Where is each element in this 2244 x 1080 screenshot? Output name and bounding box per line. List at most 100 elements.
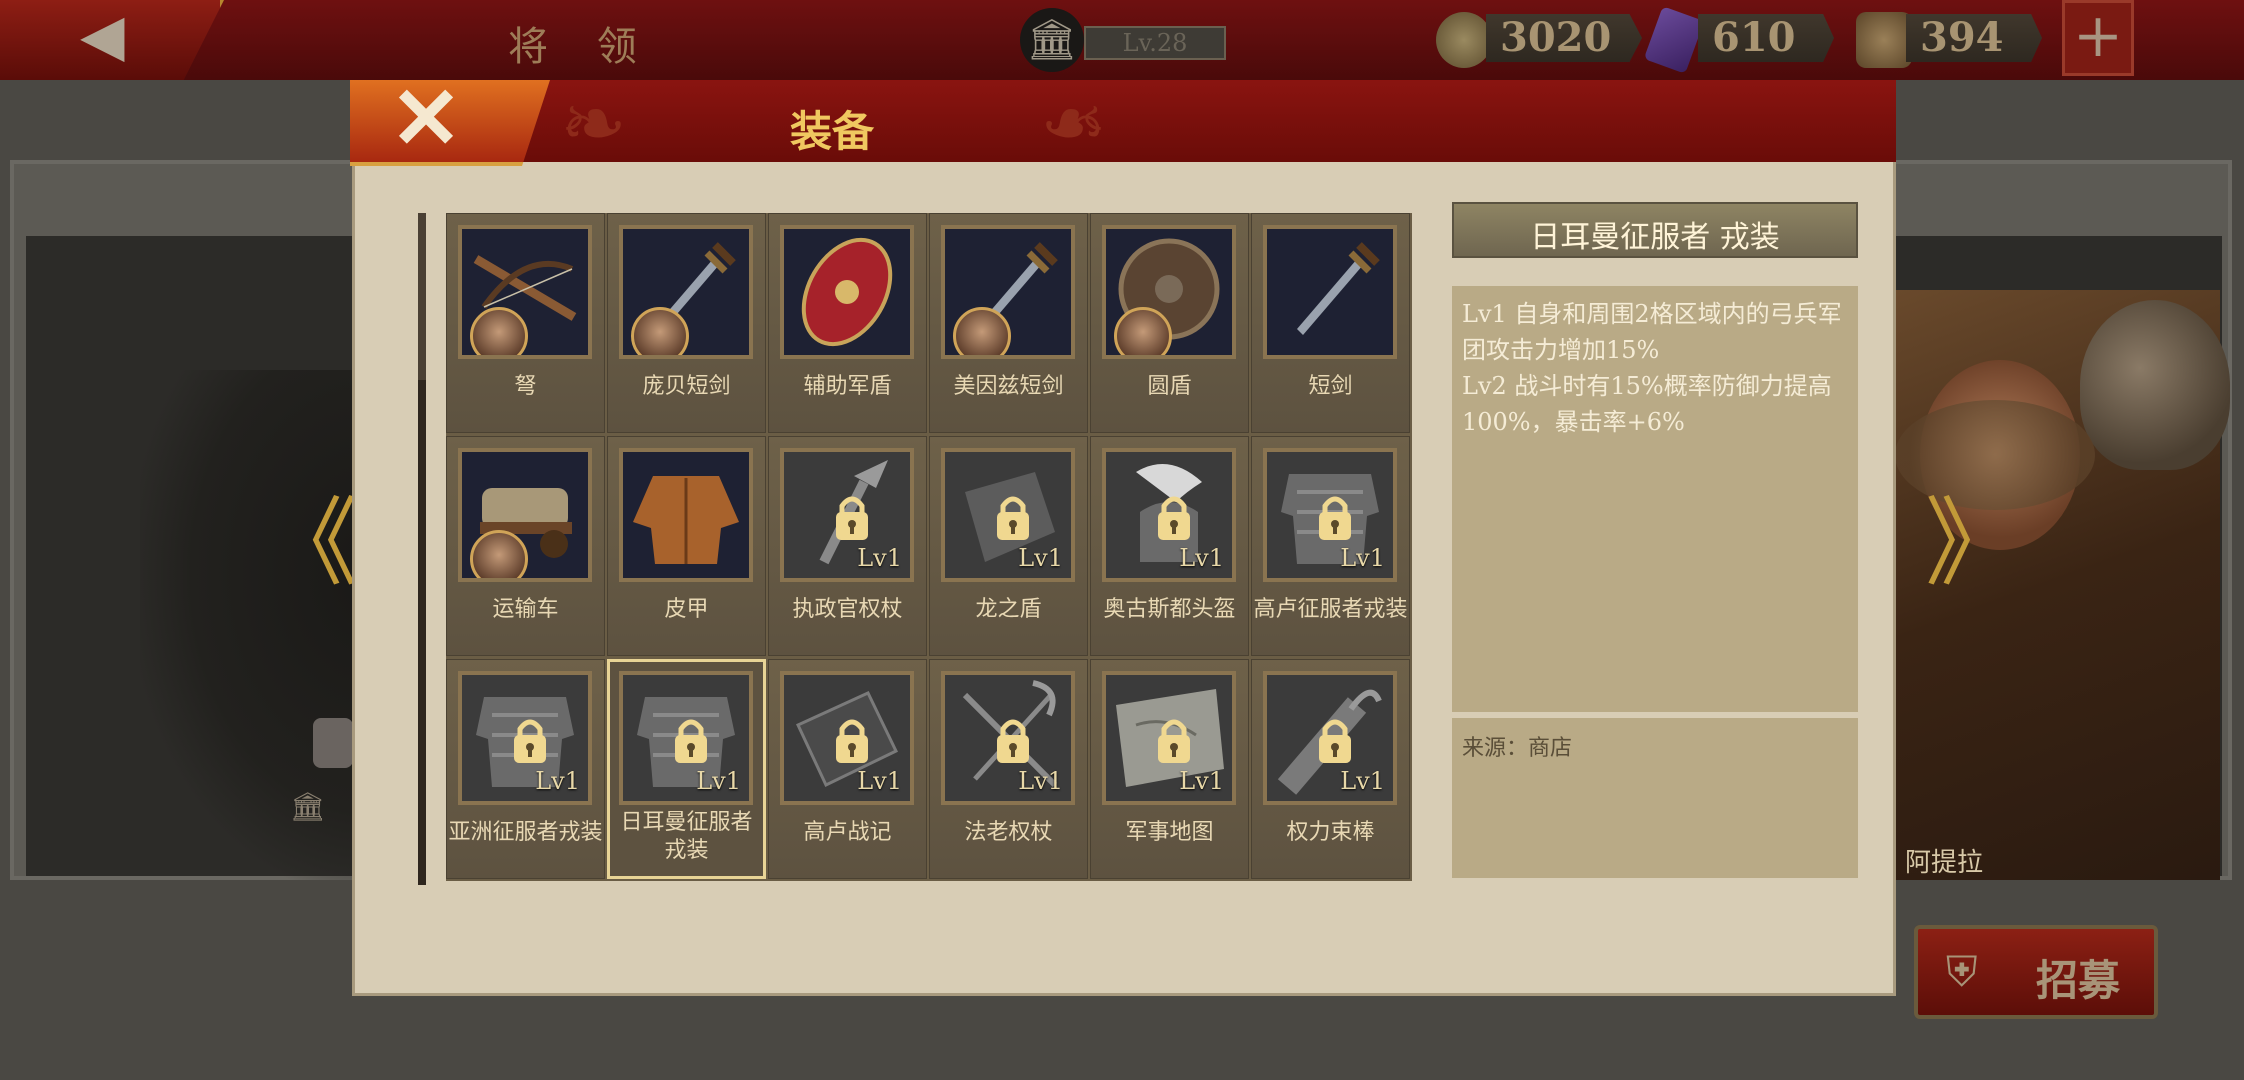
lock-icon [832, 715, 872, 765]
equipment-cell[interactable]: Lv1 高卢战记 [768, 659, 927, 879]
lock-icon [1315, 492, 1355, 542]
detail-source: 来源：商店 [1462, 736, 1573, 761]
equipment-cell[interactable]: Lv1 奥古斯都头盔 [1090, 436, 1249, 656]
equipment-name: 辅助军盾 [803, 374, 892, 399]
item-level: Lv1 [1179, 767, 1224, 795]
recruit-button[interactable]: ⛨ 招募 [1914, 925, 2158, 1019]
equipment-cell[interactable]: Lv1 亚洲征服者戎装 [446, 659, 605, 879]
equipment-frame: Lv1 [1102, 671, 1236, 805]
equipment-cell[interactable]: 美因兹短剑 [929, 213, 1088, 433]
hero-avatar [470, 307, 528, 355]
equipment-frame [458, 225, 592, 359]
equipment-cell[interactable]: 短剑 [1251, 213, 1410, 433]
equipment-name: 军事地图 [1125, 820, 1214, 845]
equipment-name: 圆盾 [1147, 374, 1192, 399]
equipment-name: 庞贝短剑 [642, 374, 731, 399]
equipment-cell[interactable]: Lv1 日耳曼征服者 戎装 [607, 659, 766, 879]
equipment-cell[interactable]: 庞贝短剑 [607, 213, 766, 433]
coin-icon [1436, 12, 1492, 68]
hero-avatar [470, 530, 528, 578]
equipment-frame: Lv1 [941, 671, 1075, 805]
detail-lv1-effect: Lv1 自身和周围2格区域内的弓兵军团攻击力增加15% [1462, 300, 1842, 364]
lock-icon [993, 715, 1033, 765]
equipment-name: 弩 [514, 374, 537, 399]
detail-title: 日耳曼征服者 戎装 [1530, 220, 1780, 255]
item-level: Lv1 [857, 544, 902, 572]
lock-icon [993, 492, 1033, 542]
lock-icon [313, 718, 353, 768]
equipment-frame: Lv1 [1263, 448, 1397, 582]
equipment-name: 运输车 [492, 597, 559, 622]
equipment-cell[interactable]: 弩 [446, 213, 605, 433]
detail-description: Lv1 自身和周围2格区域内的弓兵军团攻击力增加15% Lv2 战斗时有15%概… [1462, 296, 1852, 440]
recruit-label: 招募 [2036, 956, 2121, 1005]
equipment-name: 亚洲征服者戎装 [448, 820, 603, 845]
equipment-cell[interactable]: 皮甲 [607, 436, 766, 656]
equipment-cell[interactable]: 运输车 [446, 436, 605, 656]
equipment-frame [780, 225, 914, 359]
nav-right-chevron-icon[interactable]: 》 [1925, 495, 2021, 591]
equipment-frame: Lv1 [941, 448, 1075, 582]
equipment-cell[interactable]: 圆盾 [1090, 213, 1249, 433]
equipment-cell[interactable]: Lv1 执政官权杖 [768, 436, 927, 656]
laurel-wreath-icon: ❧ [1040, 77, 1108, 170]
lock-icon [1154, 715, 1194, 765]
scroll-ticket-icon [1856, 12, 1912, 68]
equipment-name: 短剑 [1308, 374, 1353, 399]
hero-avatar [953, 307, 1011, 355]
item-level: Lv1 [1018, 767, 1063, 795]
equipment-frame: Lv1 [1263, 671, 1397, 805]
page-title: 将 领 [508, 24, 655, 70]
leather-icon [623, 452, 749, 578]
equipment-name: 高卢战记 [803, 820, 892, 845]
hero-avatar [1114, 307, 1172, 355]
equipment-frame: Lv1 [458, 671, 592, 805]
player-level: Lv.28 [1084, 26, 1226, 60]
back-arrow-icon: ◀ [80, 1, 125, 69]
equipment-name: 奥古斯都头盔 [1103, 597, 1236, 622]
equipment-frame [458, 448, 592, 582]
equipment-cell[interactable]: Lv1 军事地图 [1090, 659, 1249, 879]
equipment-frame [1263, 225, 1397, 359]
equipment-name: 美因兹短剑 [953, 374, 1064, 399]
close-button[interactable]: ✕ [350, 80, 550, 166]
equipment-name: 法老权杖 [964, 820, 1053, 845]
modal-title: 装备 [790, 107, 875, 156]
coin-count: 3020 [1486, 14, 1642, 62]
sword-icon [1267, 229, 1393, 355]
gem-count: 610 [1698, 14, 1834, 62]
equipment-frame: Lv1 [1102, 448, 1236, 582]
equipment-name: 执政官权杖 [792, 597, 903, 622]
equipment-frame: Lv1 [780, 448, 914, 582]
equipment-frame: Lv1 [780, 671, 914, 805]
museum-level-icon: 🏛 [1020, 8, 1084, 72]
detail-lv2-effect: Lv2 战斗时有15%概率防御力提高100%，暴击率+6% [1462, 372, 1832, 436]
equipment-frame [1102, 225, 1236, 359]
item-level: Lv1 [1340, 767, 1385, 795]
lock-icon [832, 492, 872, 542]
lock-icon [1315, 715, 1355, 765]
nav-left-chevron-icon[interactable]: 《 [262, 495, 358, 591]
equipment-frame: Lv1 [619, 671, 753, 805]
lock-icon [1154, 492, 1194, 542]
equipment-frame [619, 448, 753, 582]
item-level: Lv1 [857, 767, 902, 795]
equipment-name: 日耳曼征服者 戎装 [620, 810, 753, 863]
equipment-cell[interactable]: Lv1 高卢征服者戎装 [1251, 436, 1410, 656]
equipment-cell[interactable]: Lv1 权力束棒 [1251, 659, 1410, 879]
laurel-wreath-icon: ❧ [560, 77, 628, 170]
equipment-cell[interactable]: Lv1 法老权杖 [929, 659, 1088, 879]
scrollbar-thumb[interactable] [418, 380, 426, 885]
equipment-cell[interactable]: 辅助军盾 [768, 213, 927, 433]
equipment-name: 高卢征服者戎装 [1253, 597, 1408, 622]
item-level: Lv1 [535, 767, 580, 795]
equipment-frame [941, 225, 1075, 359]
ticket-count: 394 [1906, 14, 2042, 62]
equipment-name: 龙之盾 [975, 597, 1042, 622]
item-level: Lv1 [696, 767, 741, 795]
equipment-cell[interactable]: Lv1 龙之盾 [929, 436, 1088, 656]
item-level: Lv1 [1179, 544, 1224, 572]
hero-avatar [631, 307, 689, 355]
helmet-icon [2080, 300, 2230, 470]
add-resource-button[interactable]: + [2062, 0, 2134, 76]
